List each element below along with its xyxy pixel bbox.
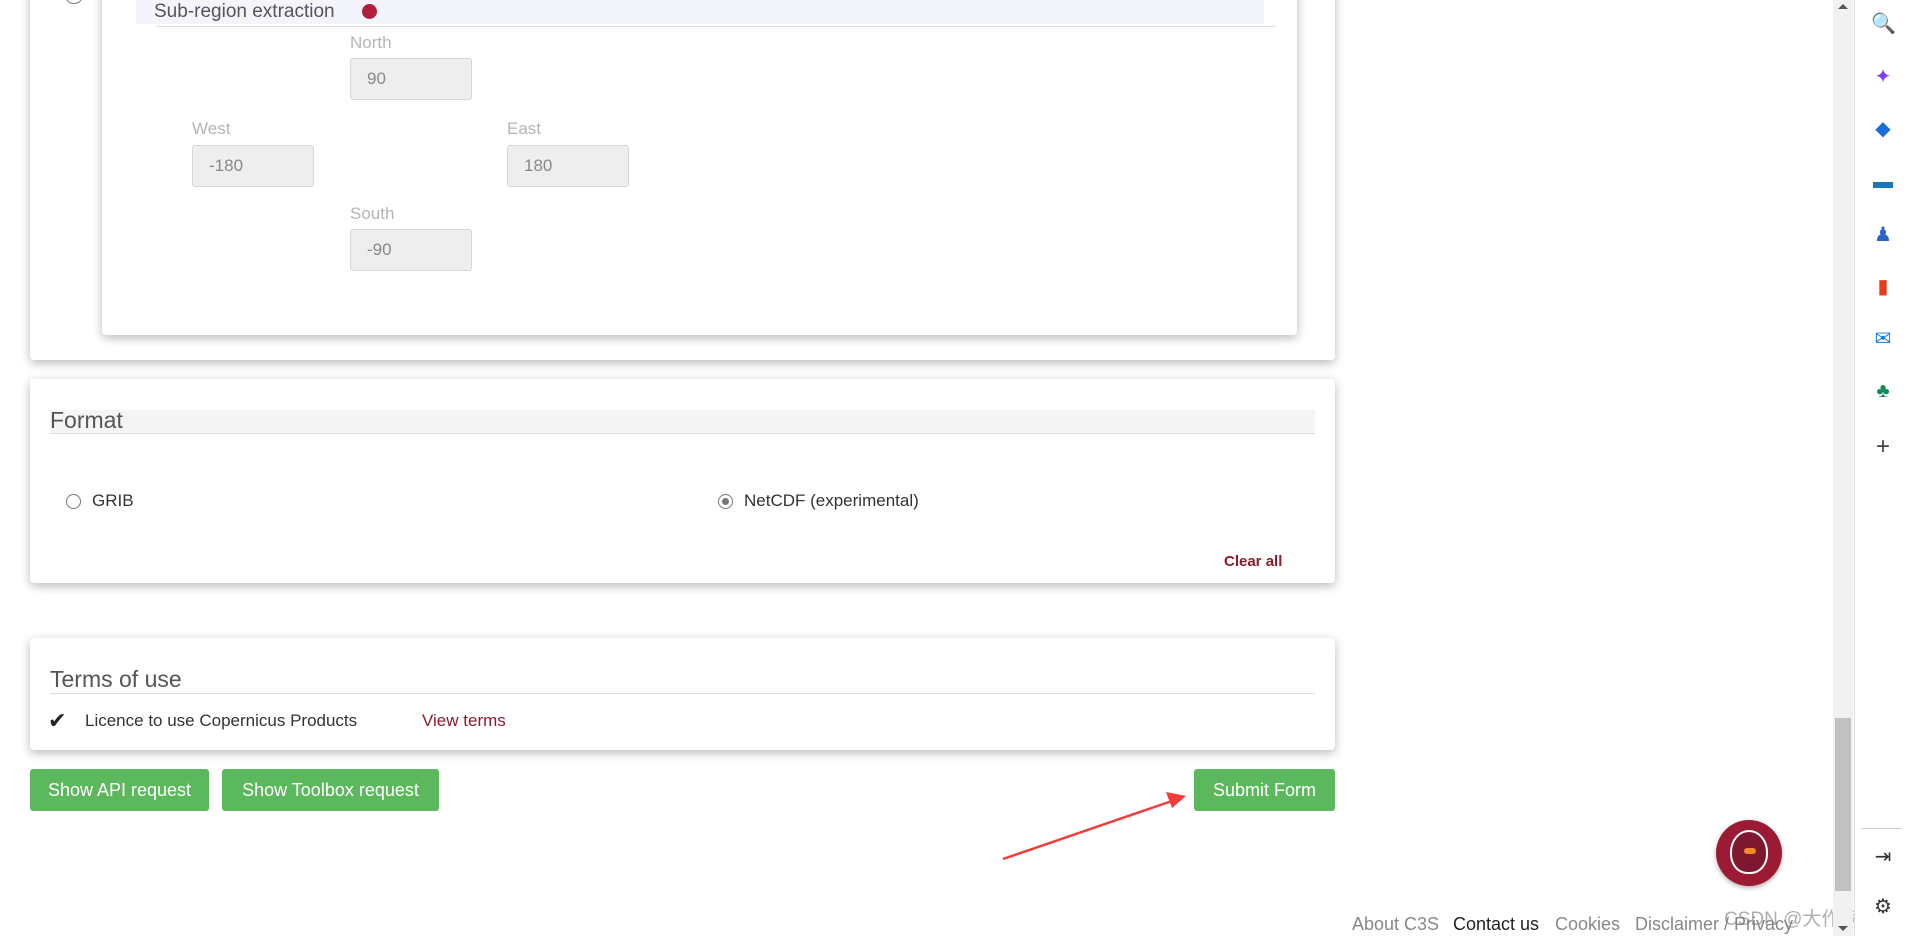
- annotation-arrow: [1002, 792, 1186, 861]
- search-icon[interactable]: 🔍: [1871, 12, 1896, 36]
- copilot-icon[interactable]: ✦: [1871, 65, 1895, 89]
- outlook-icon[interactable]: ✉: [1871, 327, 1895, 351]
- chat-assistant-button[interactable]: [1716, 820, 1782, 886]
- footer-contact-link[interactable]: Contact us: [1453, 914, 1539, 935]
- add-icon[interactable]: +: [1871, 435, 1895, 459]
- footer-about-link[interactable]: About C3S: [1352, 914, 1439, 935]
- divider: [1862, 828, 1902, 829]
- tree-icon[interactable]: ♣: [1871, 379, 1895, 403]
- games-icon[interactable]: ♟: [1871, 223, 1895, 247]
- duck-icon: [1730, 830, 1768, 874]
- settings-icon[interactable]: ⚙: [1871, 895, 1895, 919]
- scrollbar[interactable]: [1833, 0, 1853, 936]
- scroll-down-arrow[interactable]: [1838, 926, 1848, 931]
- scrollbar-thumb[interactable]: [1835, 718, 1851, 891]
- tools-icon[interactable]: ▬: [1871, 170, 1895, 194]
- office-icon[interactable]: ▮: [1871, 275, 1895, 299]
- scroll-up-arrow[interactable]: [1838, 4, 1848, 9]
- footer-cookies-link[interactable]: Cookies: [1555, 914, 1620, 935]
- sidebar-collapse-icon[interactable]: ⇥: [1871, 845, 1895, 869]
- shopping-tag-icon[interactable]: ◆: [1871, 117, 1895, 141]
